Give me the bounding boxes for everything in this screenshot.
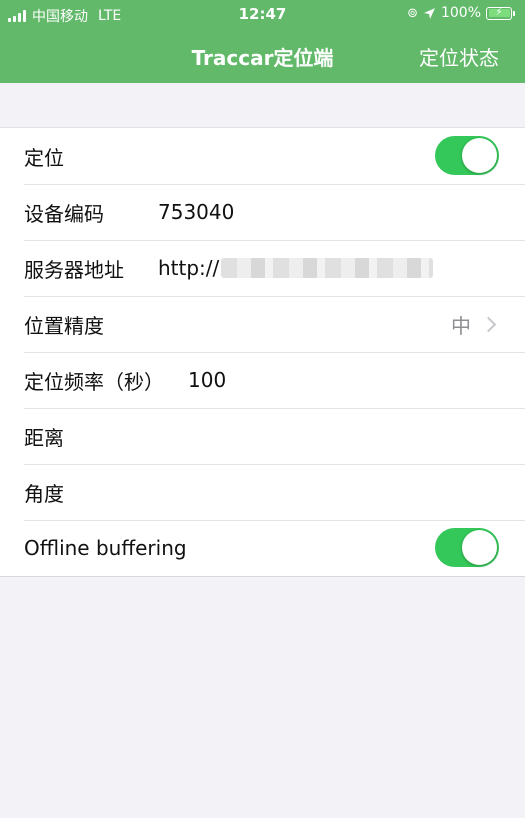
- location-toggle[interactable]: [435, 136, 499, 175]
- battery-icon: ⚡: [486, 6, 512, 20]
- toggle-knob: [462, 530, 497, 565]
- orientation-lock-icon: ⊚: [407, 5, 418, 21]
- status-right: ⊚ 100% ⚡: [407, 5, 515, 21]
- nav-bar: Traccar定位端 定位状态: [0, 30, 525, 83]
- accuracy-value: 中: [451, 313, 471, 338]
- screen: 中国移动 LTE 12:47 ⊚ 100% ⚡ Traccar定位端 定位状态: [0, 0, 530, 818]
- battery-percent: 100%: [440, 5, 481, 21]
- row-distance[interactable]: 距离: [0, 408, 525, 464]
- server-url-field[interactable]: http://: [158, 240, 434, 296]
- device-id-label: 设备编码: [24, 201, 104, 226]
- offline-buffering-toggle[interactable]: [435, 528, 499, 567]
- accuracy-detail[interactable]: 中: [451, 296, 497, 352]
- row-device-id[interactable]: 设备编码 753040: [0, 184, 525, 240]
- row-frequency[interactable]: 定位频率（秒） 100: [0, 352, 525, 408]
- row-angle[interactable]: 角度: [0, 464, 525, 520]
- row-offline-buffering: Offline buffering: [0, 520, 525, 576]
- angle-label: 角度: [24, 481, 64, 506]
- redacted-blur: [221, 258, 434, 278]
- chevron-right-icon: [480, 316, 497, 332]
- server-url-value: http://: [158, 256, 220, 280]
- toggle-knob: [462, 138, 497, 173]
- status-button[interactable]: 定位状态: [419, 42, 499, 71]
- settings-list: 定位 设备编码 753040 服务器地址 http:// 位置精度 中 定位频率…: [0, 127, 525, 577]
- header: 中国移动 LTE 12:47 ⊚ 100% ⚡ Traccar定位端 定位状态: [0, 0, 525, 83]
- server-url-label: 服务器地址: [24, 257, 124, 282]
- row-server-url[interactable]: 服务器地址 http://: [0, 240, 525, 296]
- frequency-value[interactable]: 100: [188, 352, 226, 408]
- location-arrow-icon: [424, 7, 435, 19]
- device-id-value[interactable]: 753040: [158, 184, 234, 240]
- frequency-label: 定位频率（秒）: [24, 369, 164, 394]
- accuracy-label: 位置精度: [24, 313, 104, 338]
- distance-label: 距离: [24, 425, 64, 450]
- offline-buffering-label: Offline buffering: [24, 536, 187, 560]
- status-bar: 中国移动 LTE 12:47 ⊚ 100% ⚡: [0, 0, 525, 30]
- charging-bolt-icon: ⚡: [495, 7, 503, 18]
- row-location: 定位: [0, 128, 525, 184]
- location-label: 定位: [24, 145, 64, 170]
- row-accuracy[interactable]: 位置精度 中: [0, 296, 525, 352]
